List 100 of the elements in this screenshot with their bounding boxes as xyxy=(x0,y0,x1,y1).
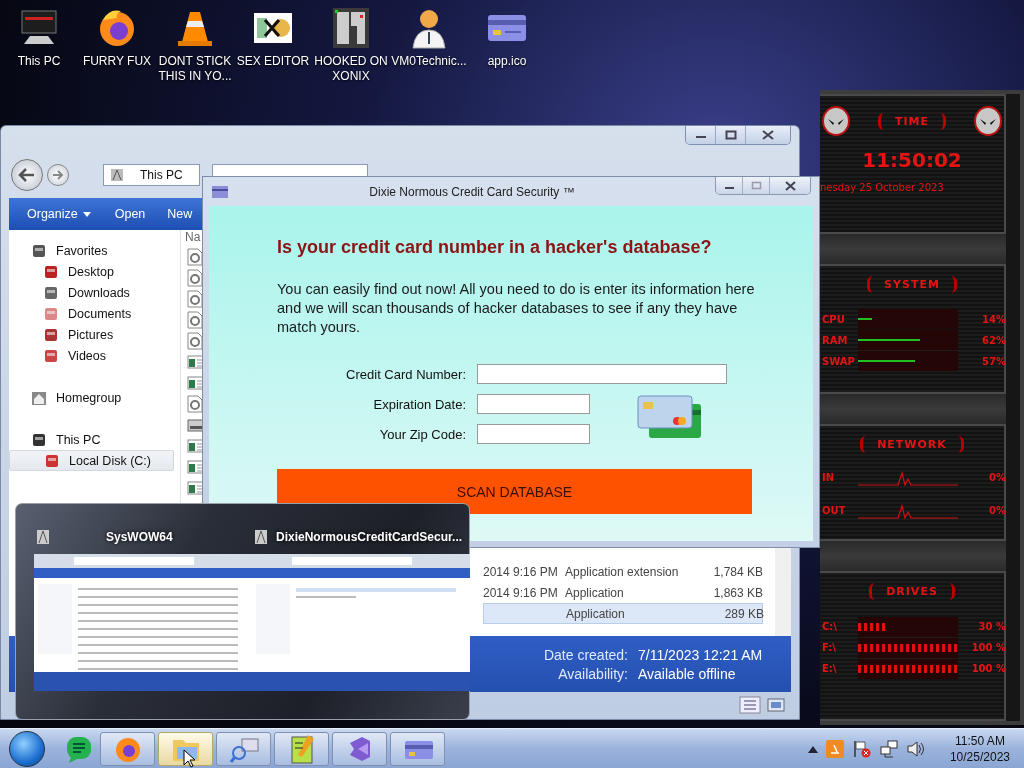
menu-button[interactable]: Organize xyxy=(15,198,103,230)
videos-icon xyxy=(43,347,59,364)
downloads-icon xyxy=(43,284,59,301)
drive-icon xyxy=(44,452,60,469)
taskbar-button[interactable] xyxy=(100,731,155,766)
window-preview[interactable] xyxy=(252,554,470,691)
speaker-icon[interactable] xyxy=(905,739,924,758)
desktop-icon[interactable]: HOOKED ON XONIX xyxy=(312,6,390,84)
size-cell-text: 1,784 KB xyxy=(712,564,763,579)
gear-file-icon xyxy=(187,247,203,266)
column-header[interactable]: Na xyxy=(185,230,201,246)
network-icon[interactable] xyxy=(879,739,898,758)
flag-alert-icon[interactable] xyxy=(851,739,872,758)
up-arrow-icon[interactable] xyxy=(807,744,818,753)
monitor-icon xyxy=(31,431,47,448)
gear-file-icon xyxy=(187,289,203,308)
back-button[interactable] xyxy=(11,159,43,191)
nav-item[interactable]: Videos xyxy=(9,345,174,366)
maximize-icon xyxy=(750,181,762,190)
taskbar-button[interactable] xyxy=(216,731,271,766)
desktop-icon[interactable]: VM0Technic... xyxy=(390,6,468,84)
type-cell-text: Application xyxy=(565,585,625,600)
panel-title: TIME xyxy=(877,112,947,130)
desktop-icon[interactable]: FURRY FUX xyxy=(78,6,156,84)
window-title: Dixie Normous Credit Card Security ™ xyxy=(368,184,576,199)
minimize-button[interactable] xyxy=(686,126,716,144)
modified-cell-text: 2014 9:16 PM xyxy=(483,564,559,579)
meter-reading: 100 % xyxy=(970,642,1006,654)
file-row[interactable]: Application 289 KB xyxy=(483,603,763,624)
meter-reading: 30 % xyxy=(977,621,1006,633)
clock-date: 10/25/2023 xyxy=(949,748,1010,765)
caret-icon xyxy=(82,211,91,217)
file-row[interactable]: 2014 9:16 PM Application extension 1,784 KB xyxy=(483,561,763,582)
meter-label: F:\ xyxy=(822,642,837,654)
traffic-reading: 0% xyxy=(988,471,1006,483)
meter-reading: 100 % xyxy=(970,663,1006,675)
size-cell-text: 289 KB xyxy=(723,606,764,621)
clock-readout: 11:50:02 xyxy=(861,148,963,172)
forward-button[interactable] xyxy=(47,164,69,186)
nav-item[interactable]: Homegroup xyxy=(9,387,174,408)
nav-item[interactable]: Pictures xyxy=(9,324,174,345)
desktop-icon[interactable]: DONT STICK THIS IN YO... xyxy=(156,6,234,84)
close-button[interactable] xyxy=(770,177,810,194)
window-preview[interactable] xyxy=(34,554,252,691)
close-button[interactable] xyxy=(746,126,790,144)
detail-label: Date created: xyxy=(542,646,628,663)
preview-pane-icon[interactable] xyxy=(767,697,785,713)
minimize-button[interactable] xyxy=(716,177,743,194)
breadcrumb-item[interactable]: This PC xyxy=(138,168,185,182)
desktop-icon[interactable]: SEX EDITOR xyxy=(234,6,312,84)
field-label: Expiration Date: xyxy=(372,396,466,412)
panel-title: DRIVES xyxy=(869,583,955,601)
nav-item[interactable]: Desktop xyxy=(9,261,174,282)
address-bar[interactable]: This PC xyxy=(103,164,200,186)
meter-reading: 57% xyxy=(981,355,1006,367)
heading: Is your credit card number in a hacker's database? xyxy=(277,236,713,259)
panel-title: NETWORK xyxy=(860,435,964,453)
credit-cards-icon xyxy=(637,394,703,440)
traffic-label: IN xyxy=(822,471,836,483)
favorites-icon xyxy=(31,242,47,259)
modified-cell-text: 2014 9:16 PM xyxy=(483,585,559,600)
nav-item[interactable]: This PC xyxy=(9,429,174,450)
nav-item[interactable]: Documents xyxy=(9,303,174,324)
panel-title: SYSTEM xyxy=(867,275,957,293)
clock[interactable]: 11:50 AM 10/25/2023 xyxy=(945,732,1014,765)
cursor-icon xyxy=(183,749,195,768)
taskbar-button[interactable] xyxy=(390,731,445,766)
close-icon xyxy=(783,180,797,191)
back-arrow-icon xyxy=(18,168,36,182)
meter-label: SWAP xyxy=(822,355,854,367)
type-cell-text: Application extension xyxy=(565,564,680,579)
taskbar-button[interactable] xyxy=(274,731,329,766)
traffic-label: OUT xyxy=(822,504,847,516)
meter-label: C:\ xyxy=(822,621,838,633)
alien-head-icon xyxy=(974,106,1002,136)
taskbar-button[interactable] xyxy=(332,731,387,766)
nav-item[interactable]: Local Disk (C:) xyxy=(9,450,174,471)
toolbar-button[interactable]: Open xyxy=(102,198,158,230)
nav-item[interactable]: Downloads xyxy=(9,282,174,303)
type-cell-text: Application xyxy=(566,606,626,621)
file-row[interactable]: 2014 9:16 PM Application 1,863 KB xyxy=(483,582,763,603)
traffic-reading: 0% xyxy=(988,504,1006,516)
maximize-button[interactable] xyxy=(716,126,746,144)
maximize-icon xyxy=(724,130,737,140)
start-button[interactable] xyxy=(9,730,45,767)
desktop-icon[interactable]: app.ico xyxy=(468,6,546,84)
toolbar-button[interactable]: New xyxy=(157,198,193,230)
gear-file-icon xyxy=(187,268,203,287)
input-field[interactable] xyxy=(477,394,590,414)
preview-title: DixieNormousCreditCardSecur... xyxy=(276,530,463,544)
alien-head-icon xyxy=(822,106,850,136)
detail-label: Availability: xyxy=(557,665,628,682)
field-label: Your Zip Code: xyxy=(378,426,466,442)
desktop-icon[interactable]: This PC xyxy=(0,6,78,84)
gear-file-icon xyxy=(187,310,203,329)
input-field[interactable] xyxy=(477,364,727,384)
date-readout: nesday 25 October 2023 xyxy=(820,182,945,193)
pictures-icon xyxy=(43,326,59,343)
nav-item[interactable]: Favorites xyxy=(9,240,174,261)
input-field[interactable] xyxy=(477,424,590,444)
